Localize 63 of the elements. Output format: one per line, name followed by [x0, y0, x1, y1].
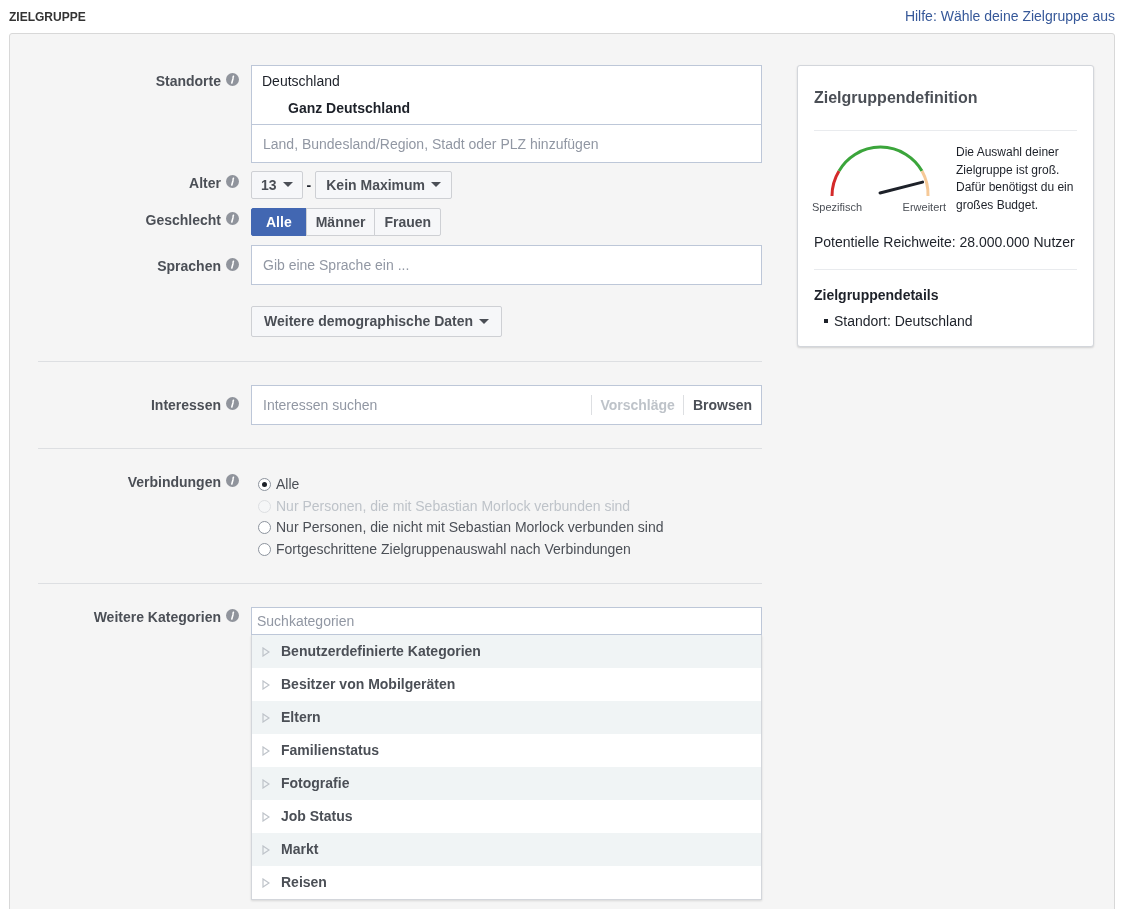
- info-icon[interactable]: [226, 212, 239, 225]
- expand-triangle-icon: [262, 778, 270, 789]
- radio-option[interactable]: Fortgeschrittene Zielgruppenauswahl nach Verbindungen: [258, 538, 762, 560]
- card-title: Zielgruppendefinition: [814, 66, 1077, 131]
- details-title: Zielgruppendetails: [814, 285, 940, 305]
- field-label: Standorte: [155, 72, 221, 91]
- category-item[interactable]: Reisen: [252, 866, 761, 899]
- expand-triangle-icon: [262, 646, 270, 657]
- location-country: Deutschland: [261, 72, 341, 91]
- gauge-needle: [878, 180, 925, 195]
- expand-triangle-icon: [262, 844, 270, 855]
- section-title: ZIELGRUPPE: [9, 8, 86, 26]
- language-input[interactable]: Gib eine Sprache ein ...: [251, 245, 762, 285]
- gender-tab[interactable]: Frauen: [374, 208, 442, 236]
- gauge-label: Spezifisch: [812, 200, 863, 215]
- category-item[interactable]: Markt: [252, 833, 761, 866]
- category-item[interactable]: Besitzer von Mobilgeräten: [252, 668, 761, 701]
- browse-button[interactable]: Browsen: [683, 394, 761, 416]
- category-item[interactable]: Benutzerdefinierte Kategorien: [252, 635, 761, 668]
- radio-option[interactable]: Alle: [258, 474, 762, 496]
- potential-reach: Potentielle Reichweite: 28.000.000 Nutzer: [814, 215, 1077, 270]
- radio-button[interactable]: [258, 542, 271, 556]
- field-label: Interessen: [150, 396, 221, 415]
- gauge-label: Erweitert: [902, 200, 946, 215]
- caret-icon: [282, 182, 293, 188]
- category-search-field[interactable]: Suchkategorien: [251, 607, 762, 635]
- expand-triangle-icon: [262, 745, 270, 756]
- age-separator: -: [305, 175, 313, 195]
- radio-option[interactable]: Nur Personen, die nicht mit Sebastian Morlock verbunden sind: [258, 517, 762, 539]
- radio-button[interactable]: [258, 478, 271, 492]
- info-icon[interactable]: [226, 609, 239, 622]
- info-icon[interactable]: [226, 474, 239, 487]
- field-label: Geschlecht: [145, 211, 221, 230]
- demographics-dropdown[interactable]: Weitere demographische Daten: [251, 306, 503, 337]
- expand-triangle-icon: [262, 877, 270, 888]
- info-icon[interactable]: [226, 258, 239, 271]
- info-icon[interactable]: [226, 175, 239, 188]
- gender-tab[interactable]: Männer: [305, 208, 376, 236]
- expand-triangle-icon: [262, 679, 270, 690]
- field-label: Verbindungen: [127, 473, 221, 492]
- gauge-description: Die Auswahl deiner Zielgruppe ist groß. Dafür benötigst du ein großes Budget.: [956, 144, 1075, 214]
- caret-icon: [431, 182, 442, 188]
- field-label: Weitere Kategorien: [93, 608, 221, 627]
- category-item[interactable]: Job Status: [252, 800, 761, 833]
- gender-tab[interactable]: Alle: [251, 208, 307, 236]
- bullet-icon: [824, 319, 828, 323]
- expand-triangle-icon: [262, 712, 270, 723]
- info-icon[interactable]: [226, 73, 239, 86]
- help-link[interactable]: Hilfe: Wähle deine Zielgruppe aus: [904, 6, 1115, 27]
- caret-icon: [479, 318, 490, 325]
- category-item[interactable]: Fotografie: [252, 767, 761, 800]
- field-label: Alter: [189, 174, 221, 193]
- category-item[interactable]: Familienstatus: [252, 734, 761, 767]
- interests-search-field[interactable]: Interessen suchen Vorschläge Browsen: [251, 385, 762, 425]
- info-icon[interactable]: [226, 397, 239, 410]
- location-input[interactable]: Land, Bundesland/Region, Stadt oder PLZ hinzufügen: [251, 125, 762, 163]
- category-item[interactable]: Eltern: [252, 701, 761, 734]
- radio-button[interactable]: [258, 521, 271, 535]
- age-max-dropdown[interactable]: Kein Maximum: [315, 171, 453, 199]
- detail-item: Standort: Deutschland: [834, 311, 973, 331]
- expand-triangle-icon: [262, 811, 270, 822]
- age-min-dropdown[interactable]: 13: [251, 171, 303, 199]
- field-label: Sprachen: [157, 257, 221, 276]
